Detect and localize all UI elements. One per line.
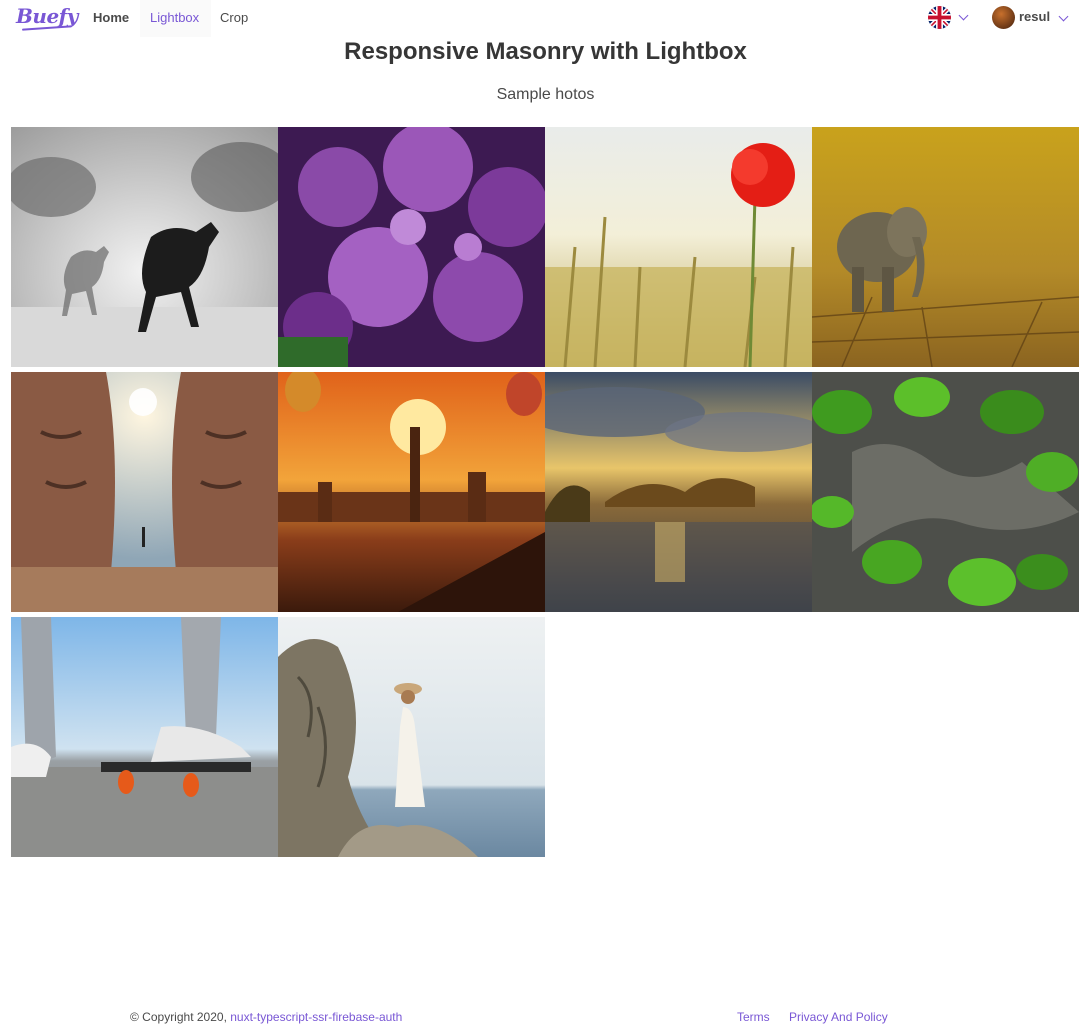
gallery-photo-lake-sunset[interactable] xyxy=(545,372,812,612)
nav-item-crop[interactable]: Crop xyxy=(210,0,258,37)
chevron-down-icon xyxy=(1058,11,1069,22)
footer-link-terms[interactable]: Terms xyxy=(737,1010,770,1024)
uk-flag-icon xyxy=(928,6,951,29)
gallery-photo-horses[interactable] xyxy=(11,127,278,367)
user-name: resul xyxy=(1019,9,1051,24)
language-dropdown[interactable] xyxy=(928,6,972,30)
gallery-photo-woman-rocks[interactable] xyxy=(278,617,545,857)
navbar: Buefy Home Lightbox Crop resul xyxy=(0,0,1091,37)
avatar xyxy=(992,6,1015,29)
copyright-link[interactable]: nuxt-typescript-ssr-firebase-auth xyxy=(230,1010,402,1024)
gallery-photo-sneakers[interactable] xyxy=(11,617,278,857)
page-title: Responsive Masonry with Lightbox xyxy=(344,38,747,65)
gallery-photo-city-sunset[interactable] xyxy=(278,372,545,612)
photo-poppy-image xyxy=(545,127,812,367)
chevron-down-icon xyxy=(958,10,969,21)
photo-ivy-image xyxy=(812,372,1079,612)
photo-elephant-image xyxy=(812,127,1079,367)
photo-lilac-image xyxy=(278,127,545,367)
photo-lake-sunset-image xyxy=(545,372,812,612)
copyright-text: © Copyright 2020, xyxy=(130,1010,231,1024)
photo-woman-rocks-image xyxy=(278,617,545,857)
gallery-photo-poppy[interactable] xyxy=(545,127,812,367)
footer-link-privacy[interactable]: Privacy And Policy xyxy=(789,1010,888,1024)
photo-stone-faces-image xyxy=(11,372,278,612)
footer: © Copyright 2020, nuxt-typescript-ssr-fi… xyxy=(0,1008,1091,1028)
gallery-photo-elephant[interactable] xyxy=(812,127,1079,367)
gallery-photo-stone-faces[interactable] xyxy=(11,372,278,612)
photo-horses-image xyxy=(11,127,278,367)
photo-sneakers-image xyxy=(11,617,278,857)
photo-city-sunset-image xyxy=(278,372,545,612)
nav-item-home[interactable]: Home xyxy=(83,0,139,37)
brand-logo[interactable]: Buefy xyxy=(16,4,78,28)
user-menu[interactable]: resul xyxy=(992,6,1072,30)
nav-item-lightbox[interactable]: Lightbox xyxy=(140,0,211,37)
gallery-photo-ivy[interactable] xyxy=(812,372,1079,612)
gallery-photo-lilac[interactable] xyxy=(278,127,545,367)
page-subtitle: Sample hotos xyxy=(496,86,595,103)
copyright: © Copyright 2020, nuxt-typescript-ssr-fi… xyxy=(130,1010,402,1024)
